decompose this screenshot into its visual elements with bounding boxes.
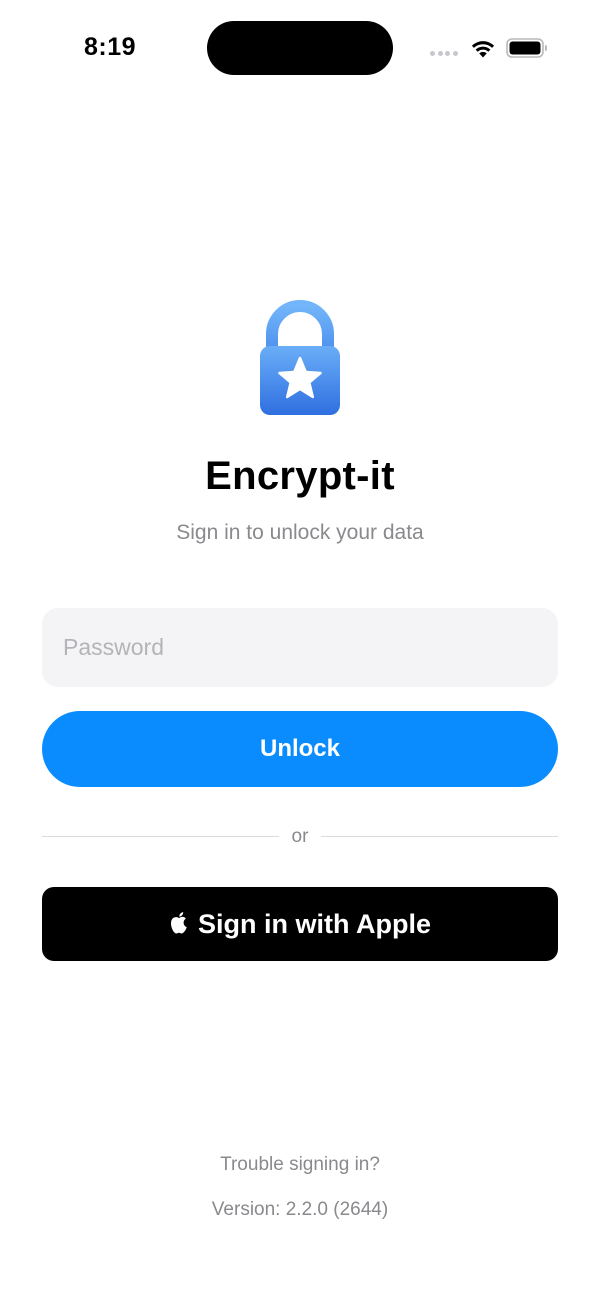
app-subtitle: Sign in to unlock your data: [176, 521, 424, 544]
dynamic-island: [207, 21, 393, 75]
status-time: 8:19: [84, 33, 137, 61]
app-title: Encrypt-it: [205, 454, 395, 498]
divider-label: or: [291, 826, 309, 847]
battery-icon: [506, 38, 547, 58]
cellular-signal-icon: [430, 51, 460, 57]
wifi-icon: [471, 41, 495, 58]
status-bar: 8:19: [0, 0, 600, 96]
version-label: Version: 2.2.0 (2644): [211, 1199, 389, 1220]
unlock-button[interactable]: Unlock: [42, 711, 558, 787]
lock-star-icon: [260, 300, 340, 415]
apple-logo-icon: [171, 911, 187, 933]
trouble-signing-in-link[interactable]: Trouble signing in?: [0, 1153, 600, 1177]
sign-in-with-apple-label: Sign in with Apple: [198, 908, 431, 939]
or-divider: or: [42, 824, 558, 850]
sign-in-with-apple-button[interactable]: Sign in with Apple: [42, 887, 558, 961]
password-field[interactable]: [42, 608, 558, 687]
